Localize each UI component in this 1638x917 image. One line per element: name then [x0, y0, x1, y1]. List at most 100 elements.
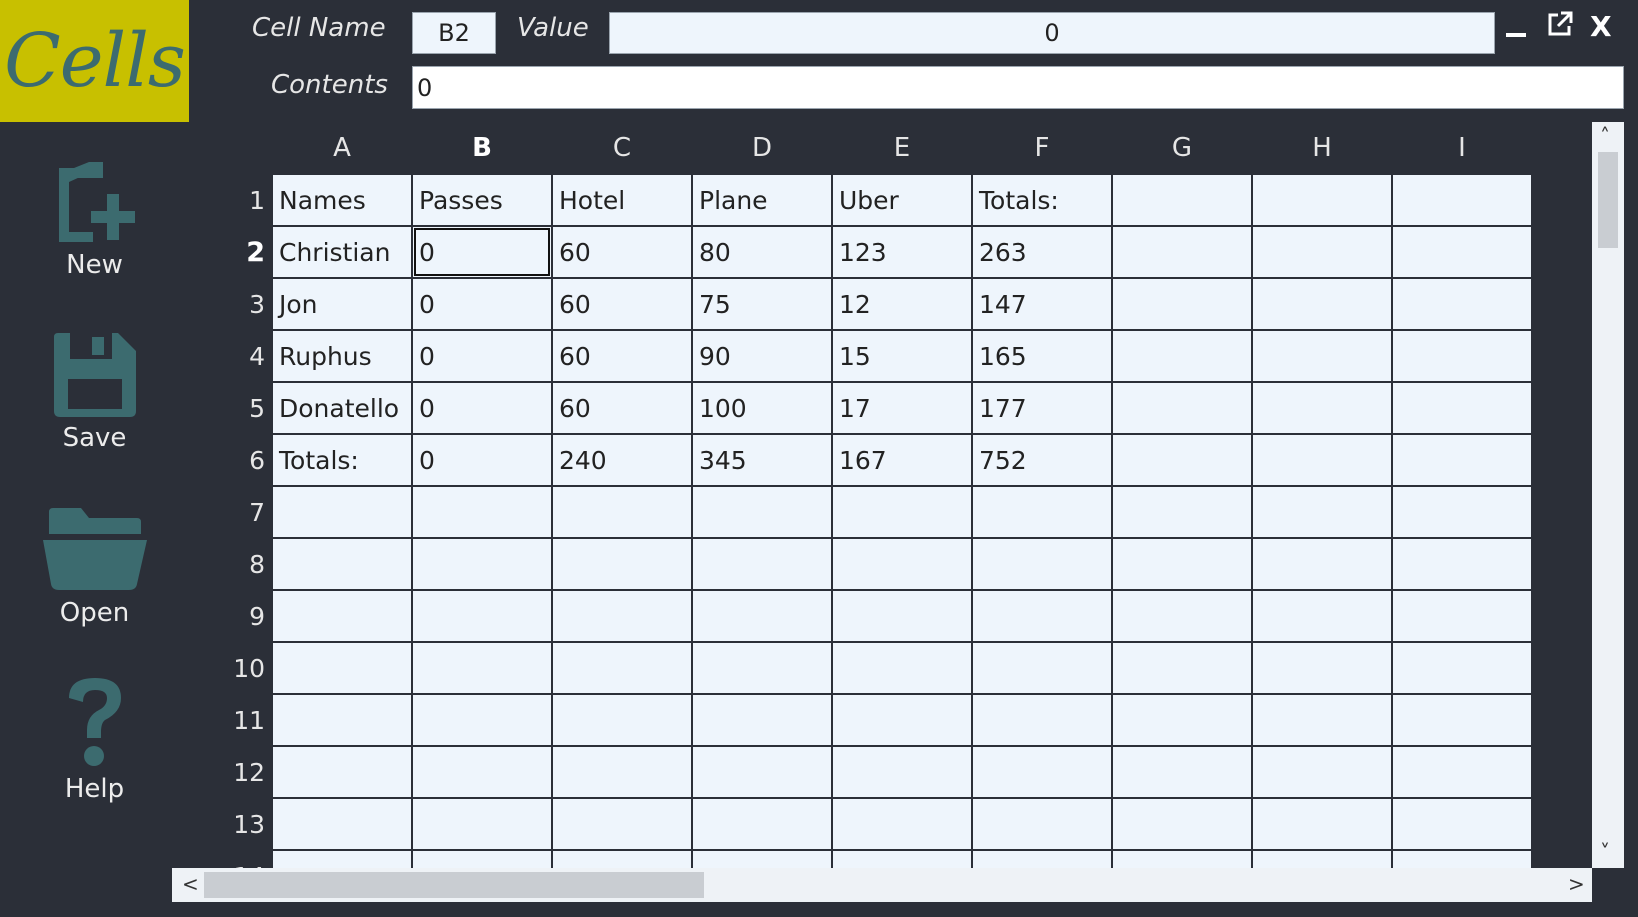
cell-e10[interactable] [831, 641, 973, 695]
cell-g11[interactable] [1111, 693, 1253, 747]
cell-e2[interactable]: 123 [831, 225, 973, 279]
cell-h11[interactable] [1251, 693, 1393, 747]
cell-d4[interactable]: 90 [691, 329, 833, 383]
cell-g5[interactable] [1111, 381, 1253, 435]
cell-b2[interactable]: 0 [411, 225, 553, 279]
cell-b11[interactable] [411, 693, 553, 747]
cell-h1[interactable] [1251, 173, 1393, 227]
horizontal-scrollbar[interactable]: < > [172, 868, 1592, 902]
horizontal-scroll-thumb[interactable] [204, 872, 704, 898]
cell-b5[interactable]: 0 [411, 381, 553, 435]
cell-h10[interactable] [1251, 641, 1393, 695]
cell-i8[interactable] [1391, 537, 1533, 591]
column-header-a[interactable]: A [272, 122, 412, 174]
cell-e12[interactable] [831, 745, 973, 799]
cell-c2[interactable]: 60 [551, 225, 693, 279]
row-header[interactable]: 8 [172, 538, 272, 590]
cell-h5[interactable] [1251, 381, 1393, 435]
cell-h2[interactable] [1251, 225, 1393, 279]
cell-e1[interactable]: Uber [831, 173, 973, 227]
cell-d14[interactable] [691, 849, 833, 868]
cell-a9[interactable] [271, 589, 413, 643]
cell-h13[interactable] [1251, 797, 1393, 851]
cell-f1[interactable]: Totals: [971, 173, 1113, 227]
new-button[interactable]: New [0, 160, 189, 280]
close-button[interactable]: X [1590, 10, 1612, 43]
cell-h12[interactable] [1251, 745, 1393, 799]
row-header[interactable]: 13 [172, 798, 272, 850]
popout-button[interactable] [1546, 10, 1574, 42]
cell-i5[interactable] [1391, 381, 1533, 435]
cell-b13[interactable] [411, 797, 553, 851]
cell-d13[interactable] [691, 797, 833, 851]
cell-f9[interactable] [971, 589, 1113, 643]
cell-d9[interactable] [691, 589, 833, 643]
cell-a11[interactable] [271, 693, 413, 747]
row-header[interactable]: 5 [172, 382, 272, 434]
cell-f7[interactable] [971, 485, 1113, 539]
cell-i10[interactable] [1391, 641, 1533, 695]
minimize-button[interactable] [1504, 16, 1528, 44]
cell-f6[interactable]: 752 [971, 433, 1113, 487]
cell-e9[interactable] [831, 589, 973, 643]
column-header-f[interactable]: F [972, 122, 1112, 174]
column-header-e[interactable]: E [832, 122, 972, 174]
cell-e7[interactable] [831, 485, 973, 539]
cell-b7[interactable] [411, 485, 553, 539]
cell-g8[interactable] [1111, 537, 1253, 591]
cell-i6[interactable] [1391, 433, 1533, 487]
cell-c13[interactable] [551, 797, 693, 851]
cell-c14[interactable] [551, 849, 693, 868]
cell-f4[interactable]: 165 [971, 329, 1113, 383]
cell-c8[interactable] [551, 537, 693, 591]
cell-d7[interactable] [691, 485, 833, 539]
column-header-d[interactable]: D [692, 122, 832, 174]
cell-h7[interactable] [1251, 485, 1393, 539]
row-header[interactable]: 3 [172, 278, 272, 330]
cell-f13[interactable] [971, 797, 1113, 851]
cell-b12[interactable] [411, 745, 553, 799]
cell-i14[interactable] [1391, 849, 1533, 868]
cell-i12[interactable] [1391, 745, 1533, 799]
cell-h3[interactable] [1251, 277, 1393, 331]
column-header-i[interactable]: I [1392, 122, 1532, 174]
cell-g9[interactable] [1111, 589, 1253, 643]
cell-e11[interactable] [831, 693, 973, 747]
cell-b4[interactable]: 0 [411, 329, 553, 383]
cell-a5[interactable]: Donatello [271, 381, 413, 435]
row-header[interactable]: 10 [172, 642, 272, 694]
cell-e13[interactable] [831, 797, 973, 851]
cell-c7[interactable] [551, 485, 693, 539]
scroll-down-arrow[interactable]: ˅ [1600, 840, 1610, 864]
cell-c5[interactable]: 60 [551, 381, 693, 435]
cell-f5[interactable]: 177 [971, 381, 1113, 435]
cell-i1[interactable] [1391, 173, 1533, 227]
cell-b8[interactable] [411, 537, 553, 591]
cell-a3[interactable]: Jon [271, 277, 413, 331]
cell-a12[interactable] [271, 745, 413, 799]
cell-e3[interactable]: 12 [831, 277, 973, 331]
cell-g10[interactable] [1111, 641, 1253, 695]
cell-h9[interactable] [1251, 589, 1393, 643]
cell-b14[interactable] [411, 849, 553, 868]
cell-f3[interactable]: 147 [971, 277, 1113, 331]
cell-c12[interactable] [551, 745, 693, 799]
cell-c3[interactable]: 60 [551, 277, 693, 331]
cell-i11[interactable] [1391, 693, 1533, 747]
column-header-h[interactable]: H [1252, 122, 1392, 174]
cell-h4[interactable] [1251, 329, 1393, 383]
cell-g14[interactable] [1111, 849, 1253, 868]
cell-i7[interactable] [1391, 485, 1533, 539]
cell-i2[interactable] [1391, 225, 1533, 279]
scroll-left-arrow[interactable]: < [182, 872, 199, 896]
cell-g7[interactable] [1111, 485, 1253, 539]
row-header[interactable]: 6 [172, 434, 272, 486]
cell-d1[interactable]: Plane [691, 173, 833, 227]
cell-d6[interactable]: 345 [691, 433, 833, 487]
cell-d11[interactable] [691, 693, 833, 747]
cell-name-field[interactable]: B2 [412, 12, 496, 54]
cell-a4[interactable]: Ruphus [271, 329, 413, 383]
column-header-b[interactable]: B [412, 122, 552, 174]
cell-d2[interactable]: 80 [691, 225, 833, 279]
row-header[interactable]: 2 [172, 226, 272, 278]
